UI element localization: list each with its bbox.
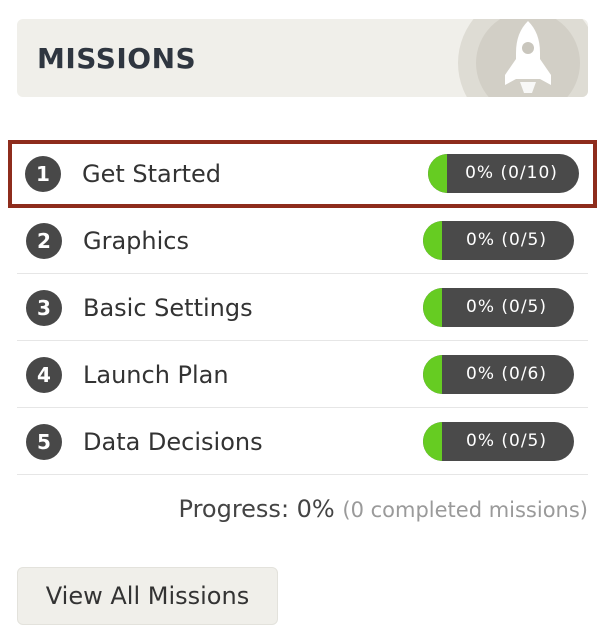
mission-item-launch-plan[interactable]: 4 Launch Plan 0% (0/6)	[17, 341, 588, 408]
mission-title[interactable]: Launch Plan	[83, 341, 229, 408]
mission-title[interactable]: Data Decisions	[83, 408, 263, 475]
mission-item-graphics[interactable]: 2 Graphics 0% (0/5)	[17, 207, 588, 274]
progress-label: Progress: 0%	[178, 495, 335, 523]
progress-text: 0% (0/5)	[466, 431, 547, 451]
mission-item-data-decisions[interactable]: 5 Data Decisions 0% (0/5)	[17, 408, 588, 475]
mission-number-badge: 1	[25, 156, 61, 192]
mission-title[interactable]: Graphics	[83, 207, 189, 274]
progress-fill	[423, 221, 442, 260]
page-title: MISSIONS	[37, 42, 197, 75]
mission-progress-bar: 0% (0/5)	[423, 288, 574, 327]
progress-fill	[423, 288, 442, 327]
mission-progress-bar: 0% (0/5)	[423, 221, 574, 260]
progress-detail: (0 completed missions)	[342, 498, 588, 522]
mission-title[interactable]: Get Started	[82, 144, 221, 204]
overall-progress: Progress: 0% (0 completed missions)	[179, 495, 588, 523]
progress-fill	[423, 355, 442, 394]
progress-fill	[423, 422, 442, 461]
progress-fill	[428, 154, 447, 193]
mission-item-basic-settings[interactable]: 3 Basic Settings 0% (0/5)	[17, 274, 588, 341]
progress-text: 0% (0/5)	[466, 297, 547, 317]
progress-text: 0% (0/6)	[466, 364, 547, 384]
progress-text: 0% (0/10)	[465, 163, 558, 183]
missions-header: MISSIONS	[17, 19, 588, 97]
mission-progress-bar: 0% (0/10)	[428, 154, 579, 193]
mission-number-badge: 2	[26, 223, 62, 259]
mission-item-get-started[interactable]: 1 Get Started 0% (0/10)	[8, 140, 597, 208]
mission-number-badge: 5	[26, 424, 62, 460]
mission-title[interactable]: Basic Settings	[83, 274, 253, 341]
view-all-missions-button[interactable]: View All Missions	[17, 567, 278, 625]
mission-number-badge: 3	[26, 290, 62, 326]
progress-text: 0% (0/5)	[466, 230, 547, 250]
mission-progress-bar: 0% (0/6)	[423, 355, 574, 394]
rocket-icon	[458, 19, 588, 97]
mission-progress-bar: 0% (0/5)	[423, 422, 574, 461]
missions-list: 1 Get Started 0% (0/10) 2 Graphics 0% (0…	[8, 140, 597, 475]
mission-number-badge: 4	[26, 357, 62, 393]
